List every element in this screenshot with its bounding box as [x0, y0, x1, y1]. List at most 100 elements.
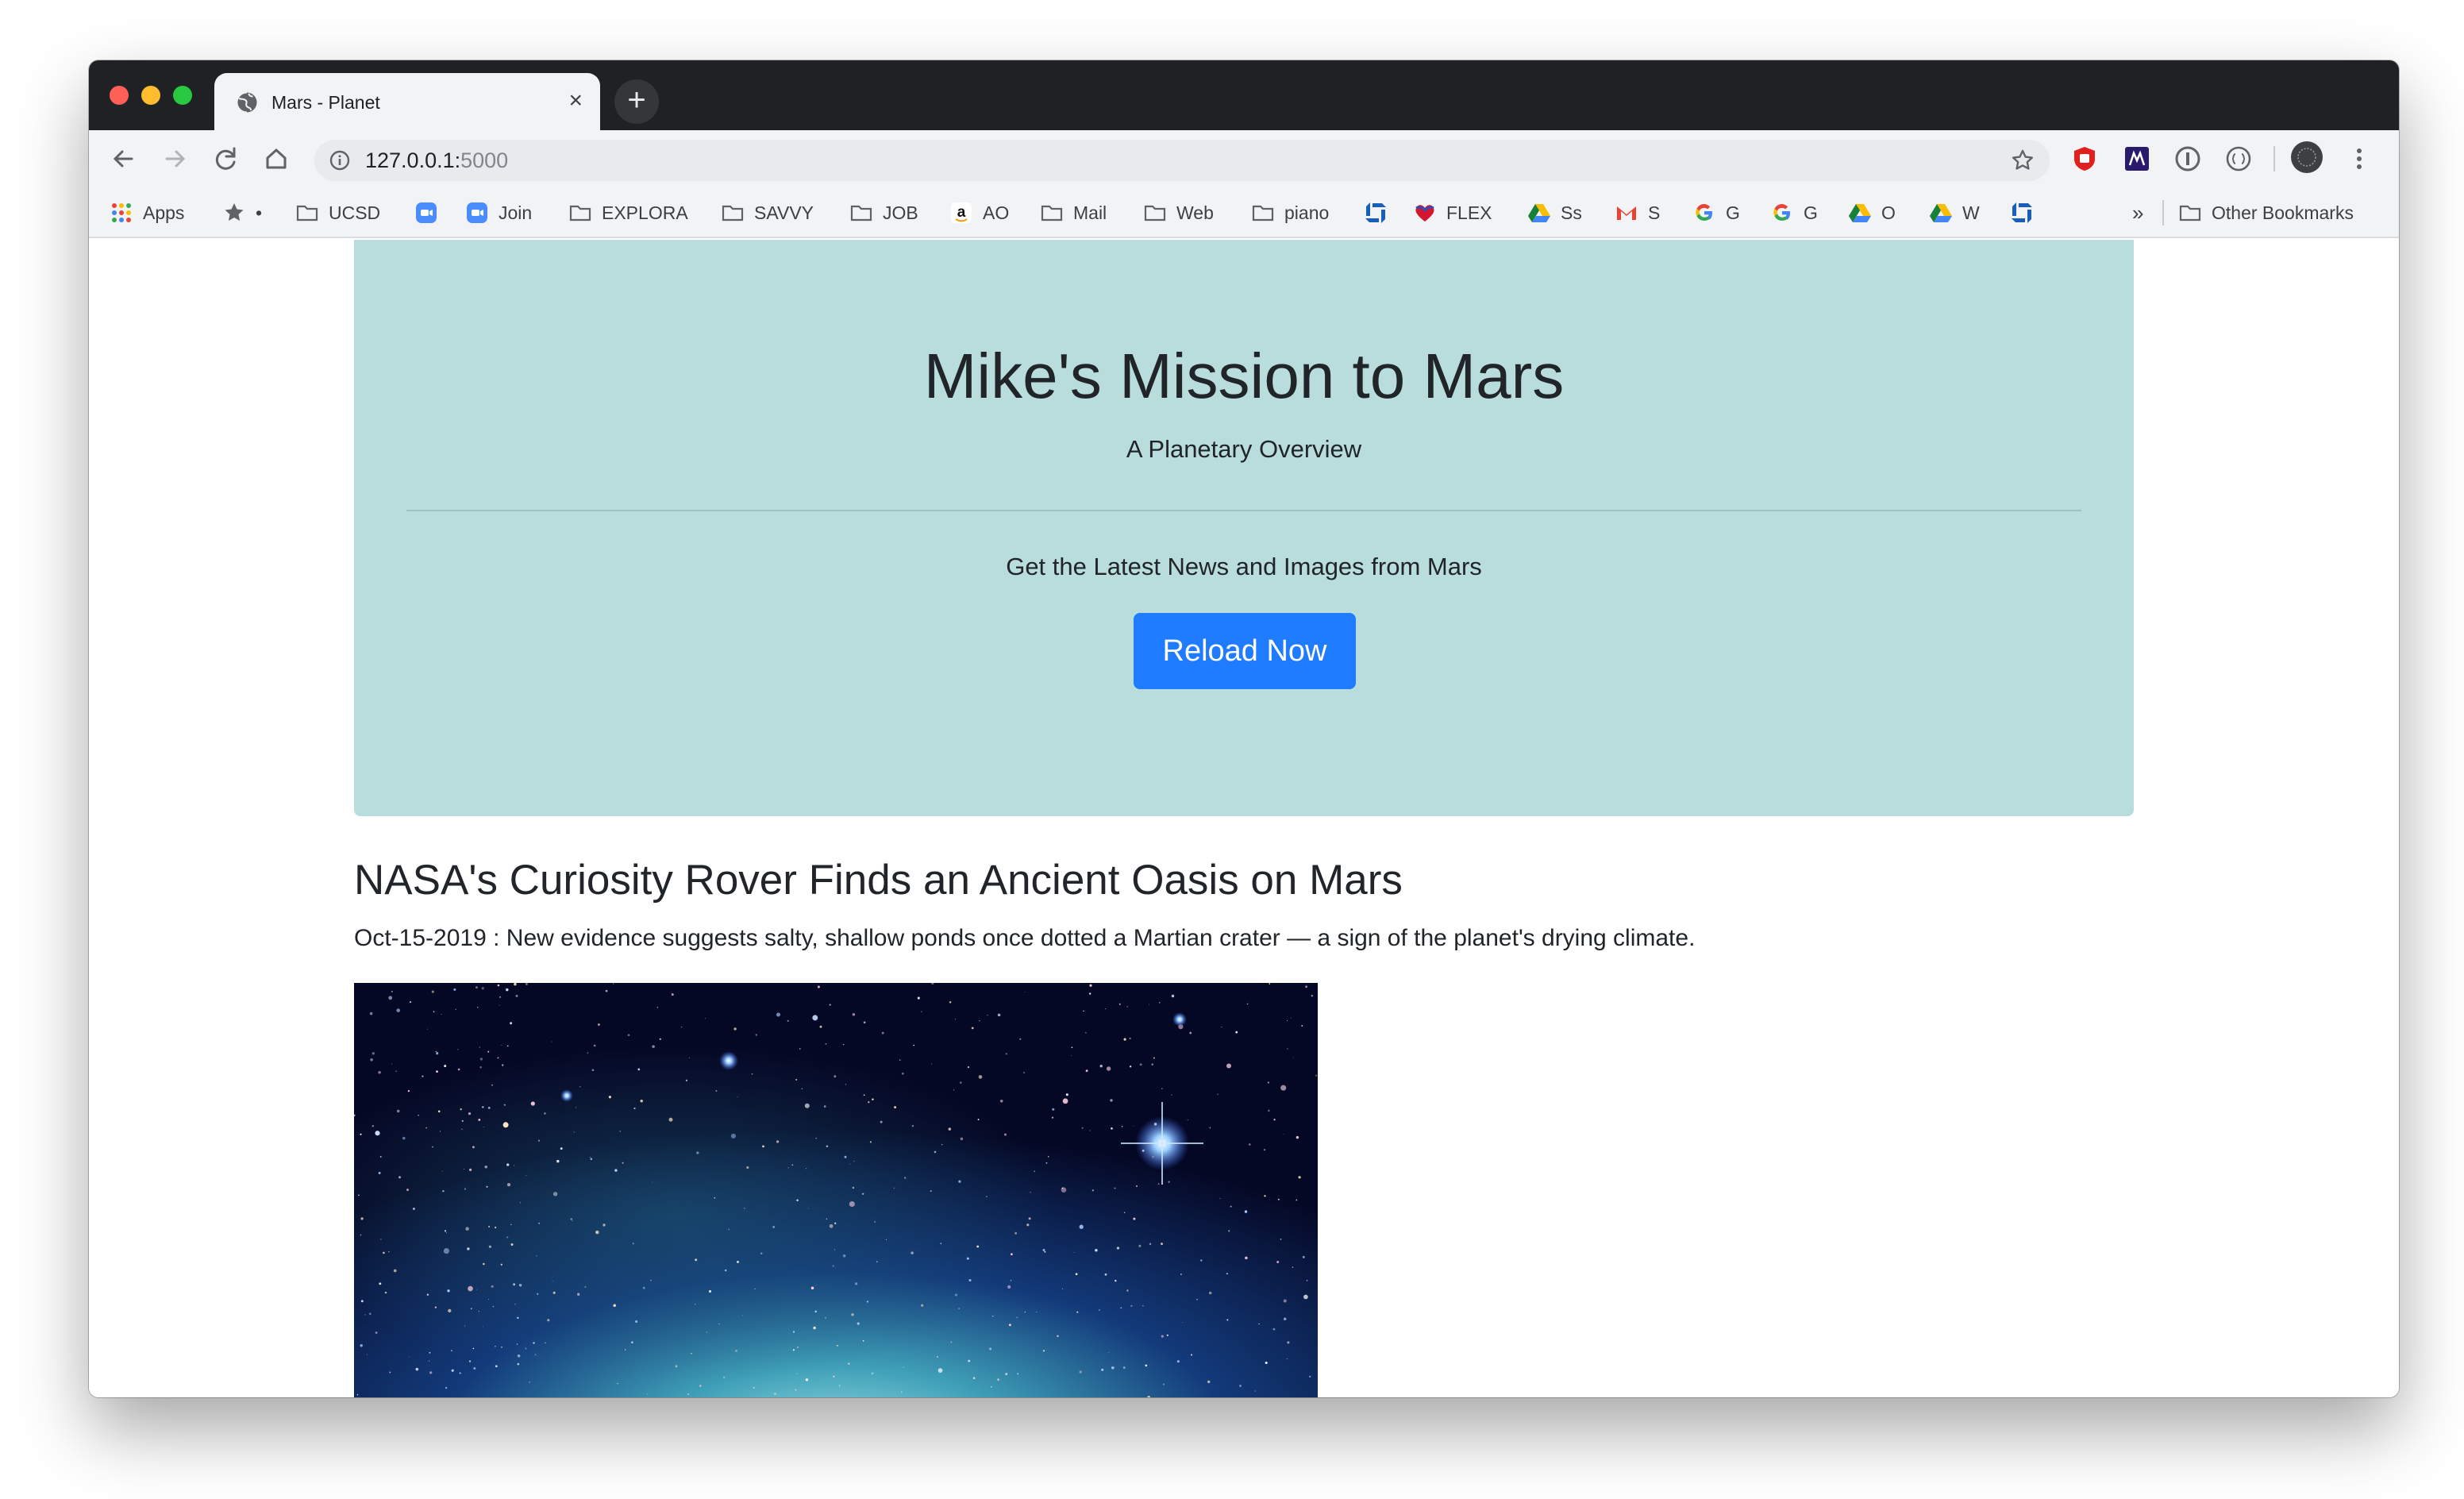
bookmark-ss[interactable]: Ss — [1527, 198, 1582, 227]
tab-close-icon[interactable]: × — [568, 87, 583, 114]
bookmark-label: JOB — [883, 202, 918, 223]
zoom-icon — [467, 202, 487, 223]
drive-icon — [1528, 204, 1550, 222]
bookmark-label: FLEX — [1446, 202, 1492, 223]
folder-icon — [1252, 205, 1274, 222]
bookmarks-bar: Apps • UCSD Join EXPLORA SAVVY JOB a AO … — [89, 187, 2399, 238]
bookmark-label: G — [1726, 202, 1740, 223]
news-date: Oct-15-2019 — [354, 925, 487, 951]
page-viewport: Mike's Mission to Mars A Planetary Overv… — [89, 240, 2399, 1397]
bookmark-join[interactable]: Join — [465, 198, 532, 227]
amazon-icon: a — [951, 202, 972, 223]
google-icon — [1773, 204, 1790, 222]
bookmark-explora[interactable]: EXPLORA — [568, 198, 688, 227]
bookmark-label: • — [256, 202, 263, 223]
folder-icon — [1144, 205, 1166, 222]
jumbotron-divider — [406, 510, 2081, 511]
bookmark-flex[interactable]: FLEX — [1413, 198, 1492, 227]
bookmark-label: SAVVY — [754, 202, 814, 223]
profile-avatar-icon[interactable] — [2289, 140, 2324, 175]
bookmark-label: W — [1962, 202, 1980, 223]
google-icon — [1696, 204, 1712, 222]
bookmark-label: AO — [983, 202, 1010, 223]
jumbotron: Mike's Mission to Mars A Planetary Overv… — [354, 240, 2134, 816]
bookmark-label: piano — [1284, 202, 1330, 223]
1password-icon[interactable] — [2173, 145, 2202, 173]
folder-icon — [296, 205, 318, 222]
bookmark-google-1[interactable]: G — [1692, 198, 1740, 227]
minimize-window-button[interactable] — [141, 86, 160, 105]
apps-grid-icon — [112, 203, 131, 222]
news-separator: : — [486, 925, 506, 951]
news-body: New evidence suggests salty, shallow pon… — [506, 925, 1696, 951]
info-icon[interactable] — [329, 149, 351, 171]
tab-strip: Mars - Planet × + — [89, 60, 2399, 130]
bookmark-label: Mail — [1073, 202, 1107, 223]
kebab-menu-icon[interactable] — [2345, 145, 2374, 173]
southwest-icon — [1415, 205, 1434, 222]
bookmark-star-icon[interactable] — [2010, 148, 2035, 173]
bookmark-chase-2[interactable] — [2010, 198, 2034, 227]
bookmark-job[interactable]: JOB — [849, 198, 918, 227]
toolbar-divider — [2273, 146, 2275, 171]
bookmark-label: Other Bookmarks — [2212, 202, 2354, 223]
bookmark-o[interactable]: O — [1848, 198, 1896, 227]
bookmark-label: O — [1881, 202, 1896, 223]
new-tab-button[interactable]: + — [614, 79, 659, 124]
maximize-window-button[interactable] — [173, 86, 192, 105]
home-icon[interactable] — [256, 138, 297, 179]
bookmark-label: UCSD — [329, 202, 381, 223]
bookmark-chase[interactable] — [1364, 198, 1388, 227]
bookmarks-overflow-chevron-icon[interactable]: » — [2132, 198, 2143, 227]
bookmark-zoom[interactable] — [414, 198, 438, 227]
drive-icon — [1930, 204, 1952, 222]
svg-text:a: a — [957, 204, 966, 221]
news-paragraph: Oct-15-2019 : New evidence suggests salt… — [354, 923, 1695, 954]
bookmark-other-bookmarks[interactable]: Other Bookmarks — [2178, 198, 2354, 227]
bookmark-gmail[interactable]: S — [1615, 198, 1660, 227]
zoom-icon — [416, 202, 437, 223]
folder-icon — [850, 205, 872, 222]
bookmark-label: Apps — [143, 202, 185, 223]
bookmark-mail[interactable]: Mail — [1040, 198, 1107, 227]
featured-mars-image[interactable] — [354, 983, 1318, 1397]
bookmark-ucsd[interactable]: UCSD — [295, 198, 380, 227]
bookmark-apps[interactable]: Apps — [110, 198, 184, 227]
folder-icon — [1041, 205, 1063, 222]
news-title: NASA's Curiosity Rover Finds an Ancient … — [354, 857, 1403, 904]
bookmark-label: S — [1648, 202, 1661, 223]
extension-m-icon[interactable] — [2123, 145, 2151, 173]
bookmark-piano[interactable]: piano — [1251, 198, 1329, 227]
chase-icon — [1365, 202, 1386, 223]
bookmark-label: G — [1804, 202, 1818, 223]
reload-icon[interactable] — [205, 138, 246, 179]
star-icon — [225, 203, 244, 221]
page-subtitle: A Planetary Overview — [1126, 435, 1362, 463]
bookmark-label: Join — [499, 202, 533, 223]
bookmark-star[interactable]: • — [222, 198, 262, 227]
close-window-button[interactable] — [110, 86, 129, 105]
drive-icon — [1849, 204, 1871, 222]
json-viewer-icon[interactable] — [2224, 145, 2253, 173]
ublock-extension-icon[interactable] — [2070, 145, 2099, 173]
folder-icon — [722, 205, 744, 222]
reload-now-button[interactable]: Reload Now — [1134, 613, 1356, 689]
bookmark-google-2[interactable]: G — [1770, 198, 1818, 227]
bookmark-label: EXPLORA — [602, 202, 688, 223]
url-text[interactable]: 127.0.0.1:5000 — [365, 147, 508, 174]
bookmarks-divider — [2162, 200, 2164, 225]
gmail-icon — [1617, 206, 1636, 220]
bookmark-label: Ss — [1561, 202, 1582, 223]
starfield-image — [354, 983, 1318, 1397]
bookmark-ao[interactable]: a AO — [949, 198, 1009, 227]
bookmark-w[interactable]: W — [1929, 198, 1980, 227]
tab-mars-planet[interactable]: Mars - Planet × — [214, 73, 600, 130]
globe-icon — [236, 91, 257, 114]
jumbotron-lead: Get the Latest News and Images from Mars — [1006, 553, 1482, 580]
address-bar[interactable]: 127.0.0.1:5000 — [314, 140, 2050, 181]
forward-arrow-icon[interactable] — [154, 138, 195, 179]
back-arrow-icon[interactable] — [103, 138, 144, 179]
bookmark-web[interactable]: Web — [1143, 198, 1214, 227]
bookmark-savvy[interactable]: SAVVY — [721, 198, 814, 227]
page-title: Mike's Mission to Mars — [923, 341, 1565, 411]
